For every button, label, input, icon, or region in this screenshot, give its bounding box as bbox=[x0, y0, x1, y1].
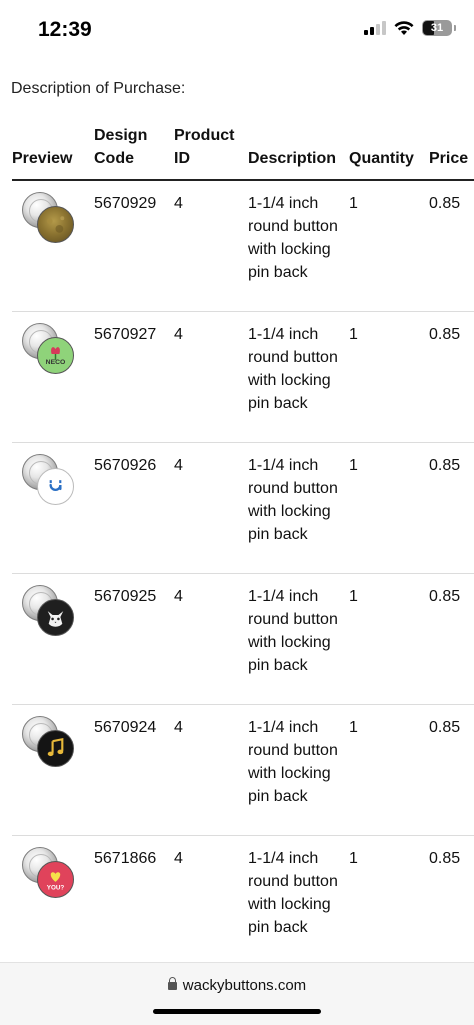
section-title: Description of Purchase: bbox=[11, 80, 186, 97]
design-code-cell: 5670924 bbox=[94, 718, 157, 736]
description-cell: 1-1/4 inch round button with locking pin… bbox=[248, 718, 338, 805]
lock-icon bbox=[167, 977, 177, 990]
heart-icon: YOU? bbox=[37, 860, 74, 898]
table-header-row: Preview Design Code Product ID Descripti… bbox=[12, 124, 474, 180]
design-code-cell: 5670925 bbox=[94, 587, 157, 605]
wifi-icon bbox=[394, 20, 414, 35]
header-preview: Preview bbox=[12, 150, 73, 167]
design-code-cell: 5670926 bbox=[94, 456, 157, 474]
flower-icon: NECO bbox=[37, 336, 74, 374]
music-note-icon bbox=[37, 729, 74, 767]
header-design-code: Design Code bbox=[94, 127, 148, 167]
design-code-cell: 5670927 bbox=[94, 325, 157, 343]
table-row: NECO 5670927 4 1-1/4 inch round button w… bbox=[12, 311, 474, 442]
button-preview-image: YOU? bbox=[22, 846, 76, 899]
button-preview-image bbox=[22, 453, 76, 506]
cat-icon bbox=[37, 598, 74, 636]
description-cell: 1-1/4 inch round button with locking pin… bbox=[248, 849, 338, 936]
button-preview-image bbox=[22, 715, 76, 768]
description-cell: 1-1/4 inch round button with locking pin… bbox=[248, 195, 338, 281]
button-preview-image: NECO bbox=[22, 322, 76, 375]
product-id-cell: 4 bbox=[174, 718, 183, 736]
clock: 12:39 bbox=[38, 18, 92, 41]
face-icon bbox=[37, 467, 74, 505]
product-id-cell: 4 bbox=[174, 456, 183, 474]
table-row: 5670929 4 1-1/4 inch round button with l… bbox=[12, 180, 474, 311]
quantity-cell: 1 bbox=[349, 325, 358, 343]
quantity-cell: 1 bbox=[349, 195, 358, 212]
table-row: 5670926 4 1-1/4 inch round button with l… bbox=[12, 442, 474, 573]
price-cell: 0.85 bbox=[429, 587, 461, 605]
address-display[interactable]: wackybuttons.com bbox=[0, 977, 474, 994]
quantity-cell: 1 bbox=[349, 718, 358, 736]
header-product-id: Product ID bbox=[174, 127, 235, 167]
description-cell: 1-1/4 inch round button with locking pin… bbox=[248, 587, 338, 674]
preview-label: NECO bbox=[46, 359, 66, 366]
price-cell: 0.85 bbox=[429, 849, 461, 867]
price-cell: 0.85 bbox=[429, 325, 461, 343]
price-cell: 0.85 bbox=[429, 718, 461, 736]
product-id-cell: 4 bbox=[174, 325, 183, 343]
browser-url-bar[interactable]: wackybuttons.com bbox=[0, 962, 474, 1025]
product-id-cell: 4 bbox=[174, 587, 183, 605]
design-code-cell: 5671866 bbox=[94, 849, 157, 867]
status-icons: 31 bbox=[364, 20, 456, 36]
table-row: 5670924 4 1-1/4 inch round button with l… bbox=[12, 704, 474, 835]
price-cell: 0.85 bbox=[429, 456, 461, 474]
url-text: wackybuttons.com bbox=[182, 977, 307, 994]
description-cell: 1-1/4 inch round button with locking pin… bbox=[248, 325, 338, 412]
description-cell: 1-1/4 inch round button with locking pin… bbox=[248, 456, 338, 543]
button-preview-image bbox=[22, 192, 76, 244]
quantity-cell: 1 bbox=[349, 456, 358, 474]
product-id-cell: 4 bbox=[174, 849, 183, 867]
status-bar: 12:39 31 bbox=[0, 0, 474, 60]
price-cell: 0.85 bbox=[429, 195, 461, 212]
product-id-cell: 4 bbox=[174, 195, 183, 212]
battery-icon: 31 bbox=[422, 20, 456, 36]
quantity-cell: 1 bbox=[349, 849, 358, 867]
bronze-texture-icon bbox=[37, 206, 74, 243]
home-indicator[interactable] bbox=[153, 1009, 321, 1014]
preview-label: YOU? bbox=[47, 885, 65, 892]
purchase-table: Preview Design Code Product ID Descripti… bbox=[12, 124, 474, 966]
header-quantity: Quantity bbox=[349, 150, 414, 167]
battery-level: 31 bbox=[430, 22, 444, 34]
quantity-cell: 1 bbox=[349, 587, 358, 605]
table-row: YOU? 5671866 4 1-1/4 inch round button w… bbox=[12, 835, 474, 966]
design-code-cell: 5670929 bbox=[94, 195, 157, 212]
table-row: 5670925 4 1-1/4 inch round button with l… bbox=[12, 573, 474, 704]
cellular-signal-icon bbox=[364, 21, 386, 35]
header-description: Description bbox=[248, 150, 337, 167]
header-price: Price bbox=[429, 150, 469, 167]
button-preview-image bbox=[22, 584, 76, 637]
